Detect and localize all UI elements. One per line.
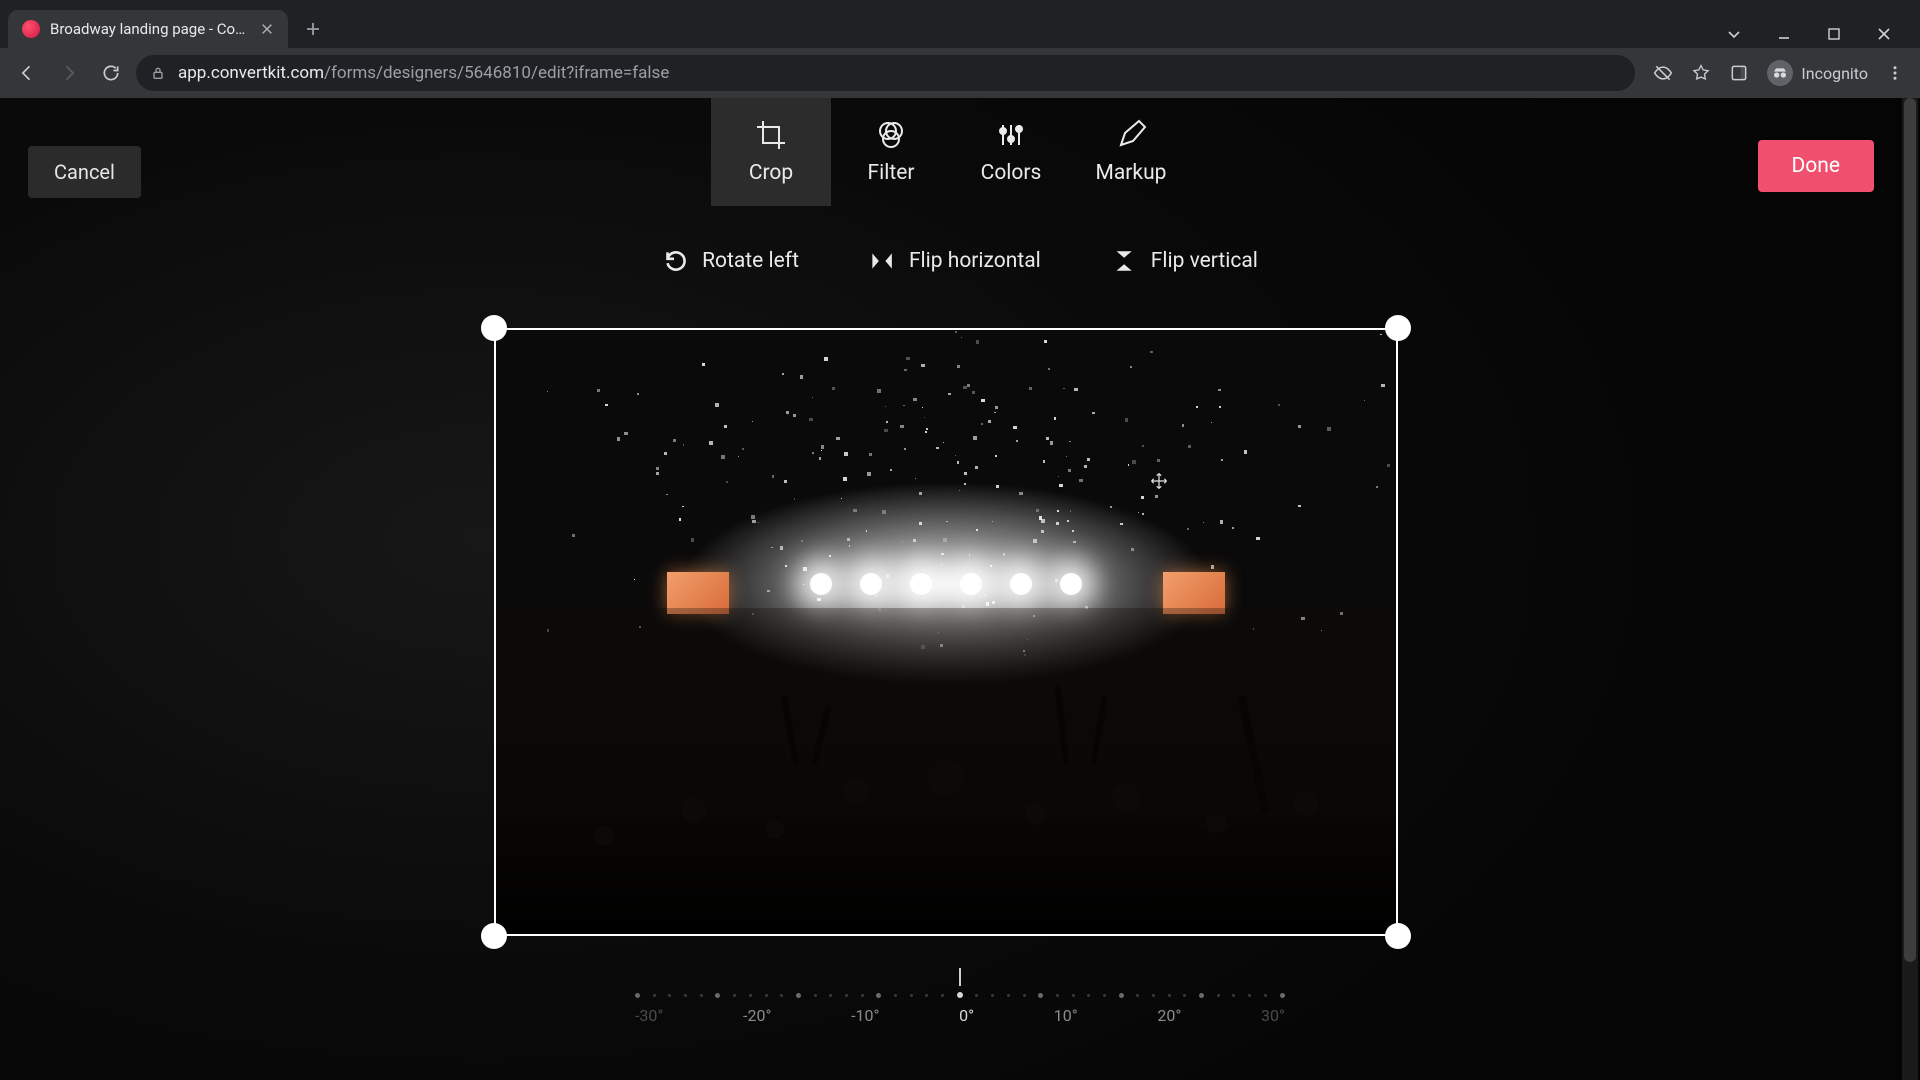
crop-subtools: Rotate left Flip horizontal Flip vertica… [662, 248, 1258, 274]
crop-handle-top-right[interactable] [1385, 315, 1411, 341]
scrollbar-thumb[interactable] [1904, 98, 1916, 962]
rotate-left-icon [662, 248, 688, 274]
ruler-label: 30° [1261, 1006, 1285, 1025]
rotate-left-label: Rotate left [702, 249, 799, 273]
photo[interactable] [494, 328, 1398, 936]
url-path: /forms/designers/5646810/edit?iframe=fal… [324, 63, 669, 83]
ruler-ticks [635, 992, 1285, 998]
flip-vertical-label: Flip vertical [1151, 249, 1258, 273]
kebab-menu-icon[interactable] [1886, 64, 1904, 82]
scrollbar[interactable] [1902, 98, 1918, 1080]
incognito-label: Incognito [1801, 64, 1868, 83]
ruler-labels: -30° -20° -10° 0° 10° 20° 30° [635, 1006, 1285, 1025]
address-bar: app.convertkit.com/forms/designers/56468… [0, 48, 1920, 98]
close-tab-icon[interactable] [260, 22, 274, 36]
done-button[interactable]: Done [1758, 140, 1875, 192]
chevron-down-icon[interactable] [1726, 26, 1742, 42]
flip-vertical-button[interactable]: Flip vertical [1111, 248, 1258, 274]
new-tab-button[interactable] [298, 14, 328, 44]
mode-tabs: Crop Filter Colors Markup [711, 98, 1191, 206]
mode-crop[interactable]: Crop [711, 98, 831, 206]
ruler-indicator [959, 968, 961, 986]
image-editor: Cancel Crop Filter Colors Markup [0, 98, 1920, 1080]
flip-vertical-icon [1111, 248, 1137, 274]
mode-markup-label: Markup [1096, 161, 1167, 185]
incognito-icon [1767, 60, 1793, 86]
crop-handle-bottom-right[interactable] [1385, 923, 1411, 949]
maximize-icon[interactable] [1826, 26, 1842, 42]
bookmark-star-icon[interactable] [1691, 63, 1711, 83]
tab-favicon [22, 20, 40, 38]
mode-colors[interactable]: Colors [951, 98, 1071, 206]
incognito-indicator[interactable]: Incognito [1767, 60, 1868, 86]
url-field[interactable]: app.convertkit.com/forms/designers/56468… [136, 55, 1635, 91]
tab-strip: Broadway landing page - Conver [0, 0, 1920, 48]
tab-title: Broadway landing page - Conver [50, 20, 250, 38]
markup-icon [1115, 119, 1147, 151]
flip-horizontal-button[interactable]: Flip horizontal [869, 248, 1041, 274]
mode-crop-label: Crop [749, 161, 793, 185]
ruler-label: -30° [635, 1006, 663, 1025]
window-controls [1726, 26, 1912, 48]
colors-icon [995, 119, 1027, 151]
ruler-label: 20° [1157, 1006, 1181, 1025]
cancel-button[interactable]: Cancel [28, 146, 141, 198]
extensions-icon[interactable] [1729, 63, 1749, 83]
rotate-left-button[interactable]: Rotate left [662, 248, 799, 274]
close-window-icon[interactable] [1876, 26, 1892, 42]
browser-tab[interactable]: Broadway landing page - Conver [8, 10, 288, 48]
ruler-label: 0° [959, 1006, 974, 1025]
rotation-ruler[interactable]: -30° -20° -10° 0° 10° 20° 30° [635, 968, 1285, 1025]
eye-off-icon[interactable] [1653, 63, 1673, 83]
minimize-icon[interactable] [1776, 26, 1792, 42]
flip-horizontal-label: Flip horizontal [909, 249, 1041, 273]
crop-handle-top-left[interactable] [481, 315, 507, 341]
mode-filter-label: Filter [868, 161, 915, 185]
crop-icon [755, 119, 787, 151]
filter-icon [875, 119, 907, 151]
mode-colors-label: Colors [981, 161, 1042, 185]
flip-horizontal-icon [869, 248, 895, 274]
mode-markup[interactable]: Markup [1071, 98, 1191, 206]
ruler-label: 10° [1054, 1006, 1078, 1025]
ruler-label: -20° [743, 1006, 771, 1025]
back-button[interactable] [10, 56, 44, 90]
mode-filter[interactable]: Filter [831, 98, 951, 206]
lock-icon [150, 65, 166, 81]
reload-button[interactable] [94, 56, 128, 90]
crop-handle-bottom-left[interactable] [481, 923, 507, 949]
forward-button[interactable] [52, 56, 86, 90]
ruler-label: -10° [851, 1006, 879, 1025]
photo-content [496, 330, 1396, 934]
url-host: app.convertkit.com [178, 63, 324, 83]
crop-canvas[interactable] [494, 328, 1398, 936]
